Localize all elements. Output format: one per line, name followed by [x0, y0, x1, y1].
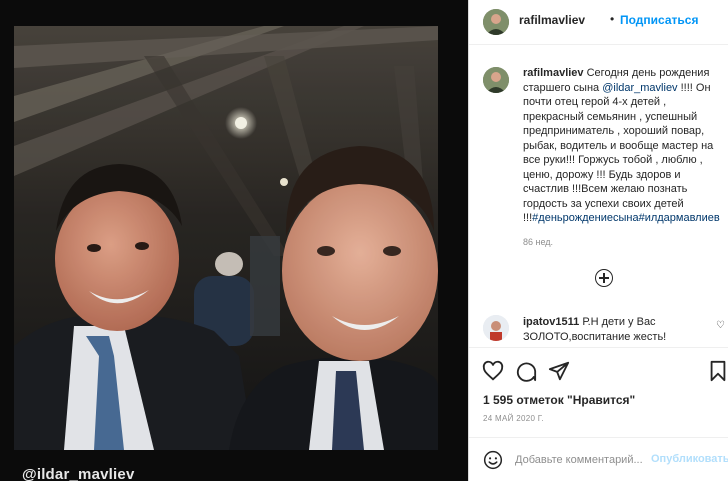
- comment-input[interactable]: [515, 450, 649, 470]
- image-overlay-username: @ildar_mavliev: [22, 466, 135, 481]
- post-side-panel: rafilmavliev • Подписаться rafilmavliev …: [468, 0, 728, 481]
- commenter-username[interactable]: ipatov1511: [523, 316, 579, 328]
- follow-button[interactable]: Подписаться: [620, 13, 698, 27]
- comments-section[interactable]: rafilmavliev Сегодня день рождения старш…: [469, 45, 728, 347]
- post-header: rafilmavliev • Подписаться: [469, 0, 728, 45]
- post-media: @ildar_mavliev: [0, 0, 468, 481]
- post-date[interactable]: 24 МАЙ 2020 Г.: [483, 414, 544, 423]
- comment-item: ipatov1511 Р.Н дети у Вас ЗОЛОТО,воспита…: [523, 315, 711, 344]
- heart-icon[interactable]: [482, 360, 504, 382]
- caption-author-avatar[interactable]: [483, 67, 509, 93]
- bookmark-icon[interactable]: [707, 360, 728, 382]
- comment-icon[interactable]: [515, 360, 537, 382]
- caption-timestamp[interactable]: 86 нед.: [523, 237, 553, 247]
- likes-count[interactable]: 1 595 отметок "Нравится": [483, 393, 635, 407]
- separator-dot: •: [610, 12, 615, 26]
- author-username[interactable]: rafilmavliev: [519, 13, 585, 27]
- commenter-avatar[interactable]: [483, 315, 509, 341]
- publish-button[interactable]: Опубликовать: [651, 453, 728, 465]
- caption-hashtags-link[interactable]: #деньрождениесына#илдармавлиев: [532, 212, 720, 224]
- author-avatar[interactable]: [483, 9, 509, 35]
- action-bar: [469, 347, 728, 392]
- caption-text-part-2: !!!! Он почти отец герой 4-х детей , пре…: [523, 81, 714, 225]
- post-photo[interactable]: [14, 26, 438, 450]
- share-icon[interactable]: [548, 360, 570, 382]
- add-circle-icon[interactable]: [595, 269, 613, 287]
- caption-username[interactable]: rafilmavliev: [523, 67, 584, 79]
- emoji-icon[interactable]: [483, 450, 503, 470]
- add-comment-bar: Опубликовать: [469, 437, 728, 482]
- post-caption: rafilmavliev Сегодня день рождения старш…: [523, 66, 723, 226]
- comment-like-icon[interactable]: ♡: [716, 320, 725, 331]
- caption-mention-link[interactable]: @ildar_mavliev: [602, 82, 677, 94]
